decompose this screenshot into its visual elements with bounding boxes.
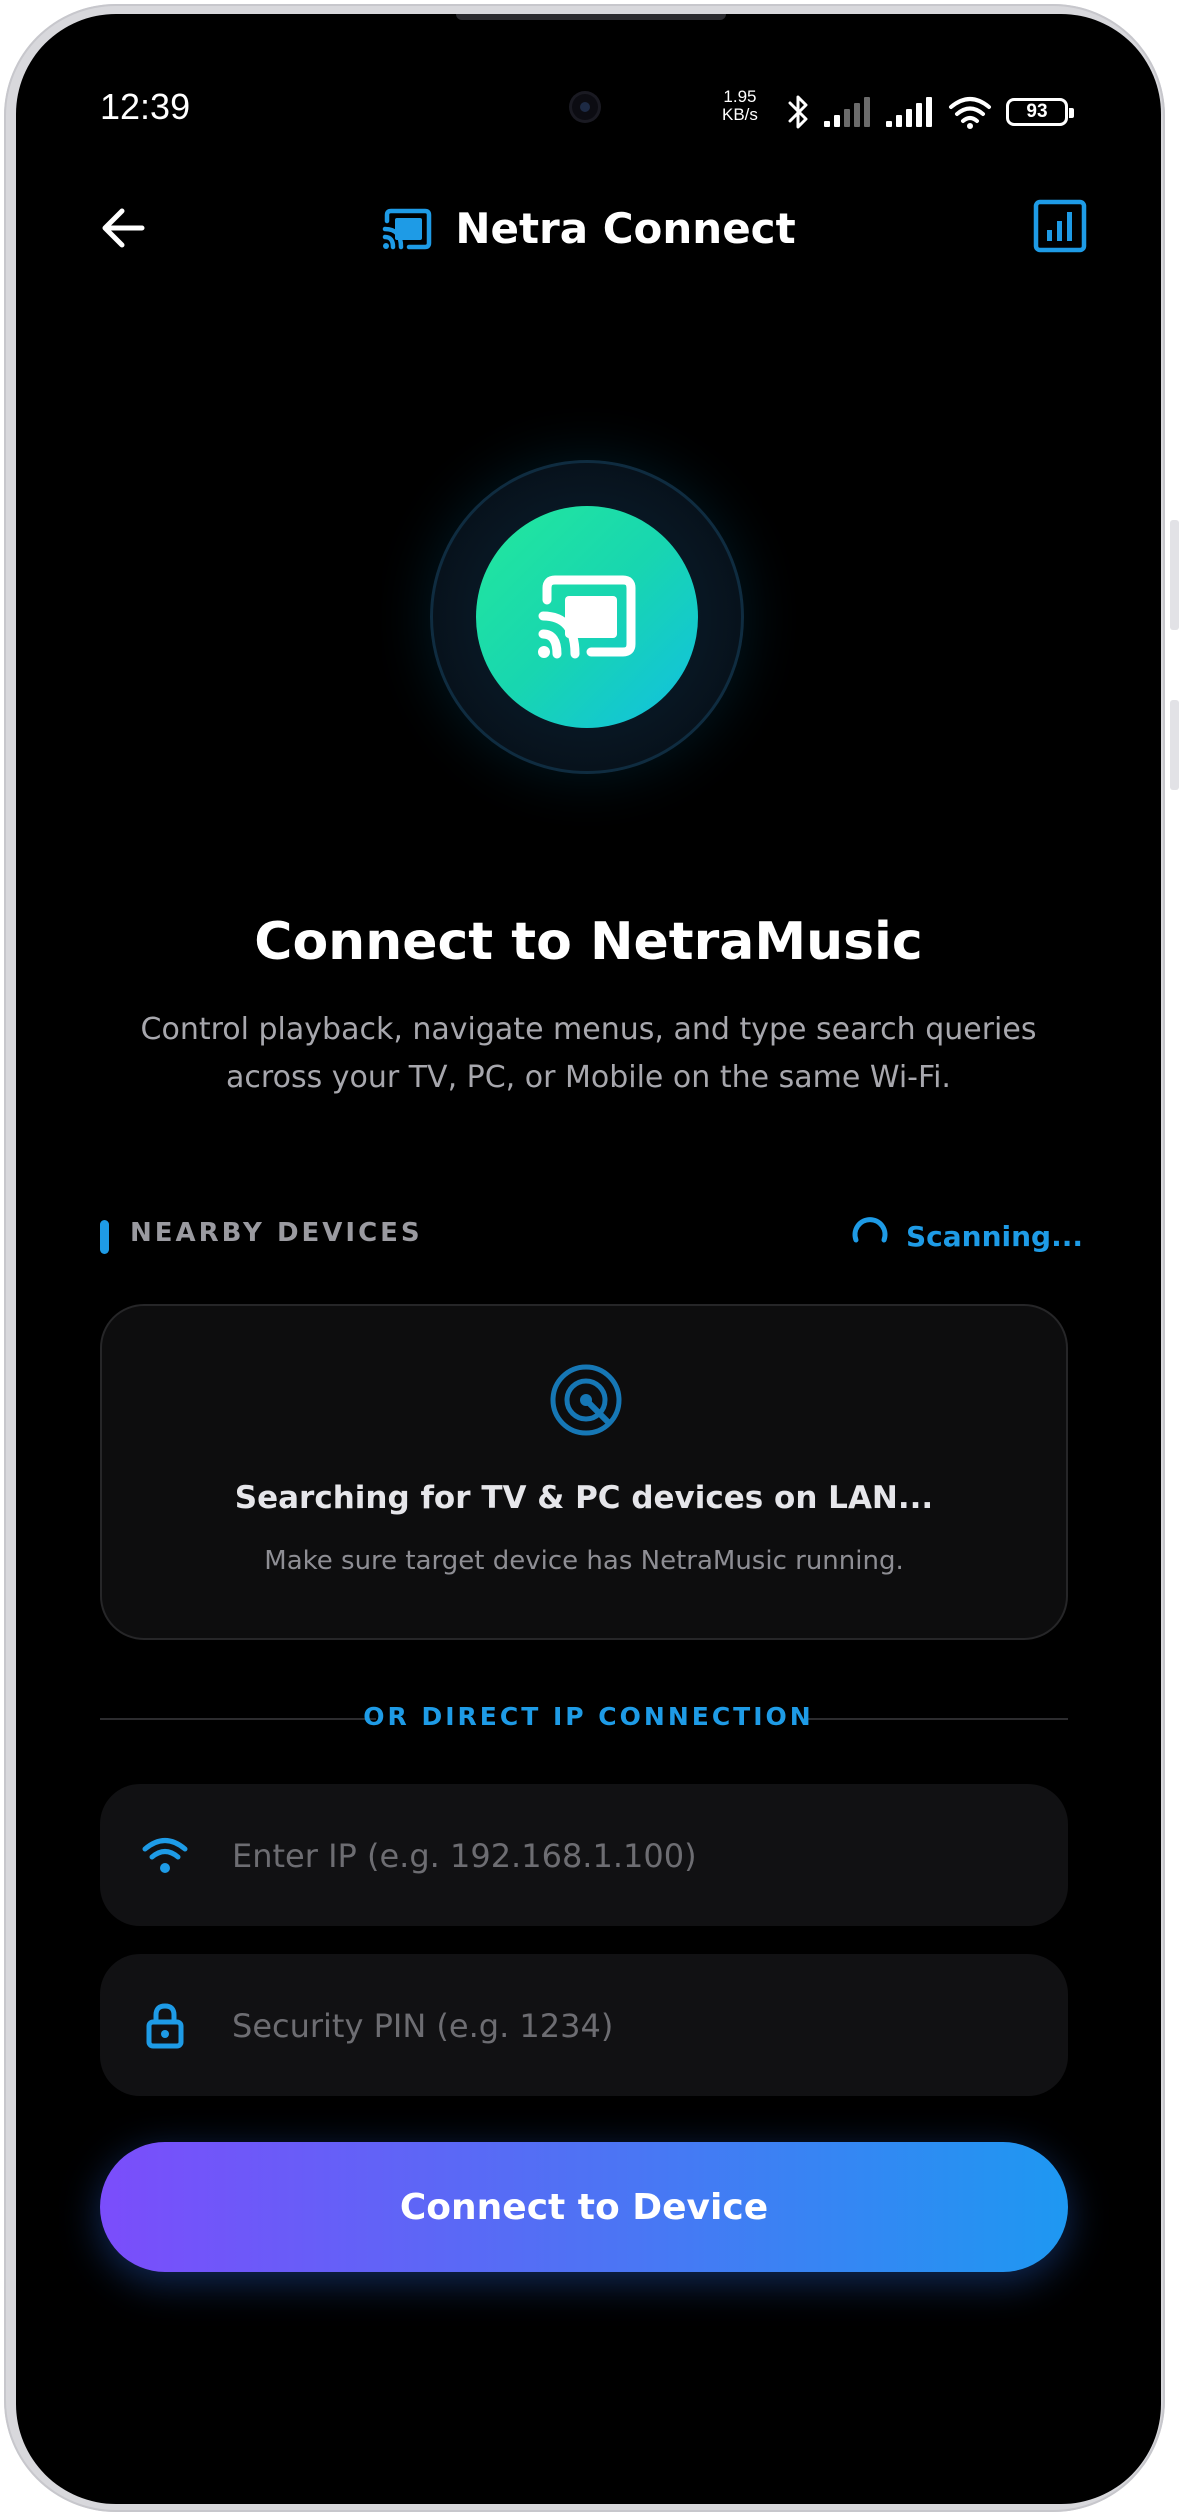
section-accent-bar — [100, 1220, 109, 1254]
radar-icon — [550, 1364, 622, 1436]
notch-edge — [456, 14, 726, 20]
volume-button — [1170, 520, 1179, 630]
page-description: Control playback, navigate menus, and ty… — [140, 1012, 1037, 1095]
pin-input[interactable] — [230, 1954, 1034, 2098]
nearby-devices-card: Searching for TV & PC devices on LAN... … — [100, 1304, 1068, 1640]
searching-title: Searching for TV & PC devices on LAN... — [234, 1480, 934, 1516]
status-icons: 93 — [786, 94, 1074, 130]
bluetooth-icon — [788, 95, 808, 129]
ip-field[interactable] — [100, 1784, 1068, 1928]
wifi-status-icon — [949, 97, 991, 129]
signal-icon — [824, 97, 870, 127]
status-time: 12:39 — [100, 86, 191, 127]
network-speed: 1.95 KB/s — [722, 88, 758, 124]
searching-hint: Make sure target device has NetraMusic r… — [264, 1546, 904, 1576]
network-speed-value: 1.95 — [723, 87, 757, 106]
nearby-devices-label: NEARBY DEVICES — [130, 1218, 423, 1248]
direct-ip-divider-label: OR DIRECT IP CONNECTION — [363, 1702, 814, 1731]
spinner-icon — [852, 1217, 888, 1243]
lock-icon — [146, 2003, 184, 2049]
scanning-status: Scanning... — [850, 1216, 1083, 1256]
page-heading: Connect to NetraMusic — [254, 912, 923, 972]
signal-icon — [886, 97, 932, 127]
screen: 12:39 1.95 KB/s 93 Netra Connect Connect… — [16, 14, 1161, 2504]
ip-input[interactable] — [230, 1784, 1034, 1928]
network-speed-unit: KB/s — [722, 105, 758, 124]
cast-icon — [538, 575, 636, 659]
battery-icon: 93 — [1006, 98, 1074, 126]
app-title-bar: Netra Connect — [16, 204, 1161, 253]
front-camera — [572, 94, 598, 120]
connect-to-device-button[interactable]: Connect to Device — [100, 2142, 1068, 2272]
pin-field[interactable] — [100, 1954, 1068, 2098]
power-button — [1170, 700, 1179, 790]
wifi-icon — [142, 1838, 188, 1873]
app-title: Netra Connect — [455, 204, 796, 253]
bar-chart-icon[interactable] — [1032, 198, 1088, 254]
hero-cast-badge — [476, 506, 698, 728]
cast-logo-icon — [383, 208, 432, 249]
scanning-label: Scanning... — [906, 1219, 1084, 1253]
